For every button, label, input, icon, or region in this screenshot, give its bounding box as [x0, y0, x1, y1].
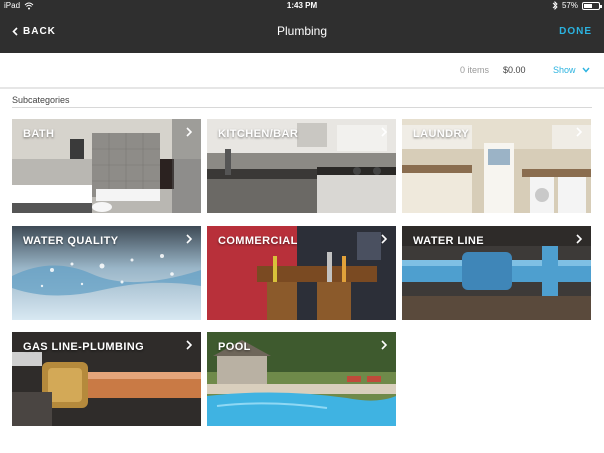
- tile-laundry[interactable]: LAUNDRY: [402, 119, 591, 213]
- status-time: 1:43 PM: [286, 1, 318, 10]
- tile-label: WATER LINE: [413, 235, 485, 247]
- tile-commercial[interactable]: COMMERCIAL: [207, 226, 396, 320]
- status-right: 57%: [552, 1, 602, 10]
- tile-gas-line-plumbing[interactable]: GAS LINE-PLUMBING: [12, 332, 201, 426]
- navigation-bar: BACK Plumbing DONE: [0, 12, 604, 53]
- bluetooth-icon: [552, 1, 558, 10]
- total-price: $0.00: [503, 65, 526, 75]
- battery-icon: [582, 1, 602, 10]
- tile-label: GAS LINE-PLUMBING: [23, 341, 145, 353]
- status-bar: iPad 1:43 PM 57%: [0, 0, 604, 12]
- tile-label: WATER QUALITY: [23, 235, 119, 247]
- battery-percent: 57%: [561, 1, 578, 10]
- chevron-right-icon: [576, 127, 582, 137]
- chevron-right-icon: [186, 127, 192, 137]
- tile-pool[interactable]: POOL: [207, 332, 396, 426]
- battery-fill: [584, 3, 592, 8]
- chevron-right-icon: [186, 234, 192, 244]
- subcategories-heading: Subcategories: [12, 95, 70, 105]
- chevron-right-icon: [186, 340, 192, 350]
- tile-label: LAUNDRY: [413, 128, 470, 140]
- summary-bar: 0 items $0.00 Show: [0, 53, 604, 89]
- show-label: Show: [553, 65, 576, 75]
- tile-kitchen-bar[interactable]: KITCHEN/BAR: [207, 119, 396, 213]
- done-button[interactable]: DONE: [559, 26, 592, 37]
- divider: [12, 107, 592, 108]
- chevron-right-icon: [381, 127, 387, 137]
- chevron-right-icon: [576, 234, 582, 244]
- page-title: Plumbing: [276, 24, 328, 38]
- chevron-down-icon: [581, 67, 590, 73]
- tile-label: BATH: [23, 128, 55, 140]
- chevron-right-icon: [381, 340, 387, 350]
- chevron-right-icon: [381, 234, 387, 244]
- tile-label: KITCHEN/BAR: [218, 128, 299, 140]
- show-button[interactable]: Show: [553, 65, 590, 75]
- items-count: 0 items: [460, 65, 490, 75]
- tile-bath[interactable]: BATH: [12, 119, 201, 213]
- tile-label: COMMERCIAL: [218, 235, 298, 247]
- tile-label: POOL: [218, 341, 251, 353]
- tile-water-line[interactable]: WATER LINE: [402, 226, 591, 320]
- tile-water-quality[interactable]: WATER QUALITY: [12, 226, 201, 320]
